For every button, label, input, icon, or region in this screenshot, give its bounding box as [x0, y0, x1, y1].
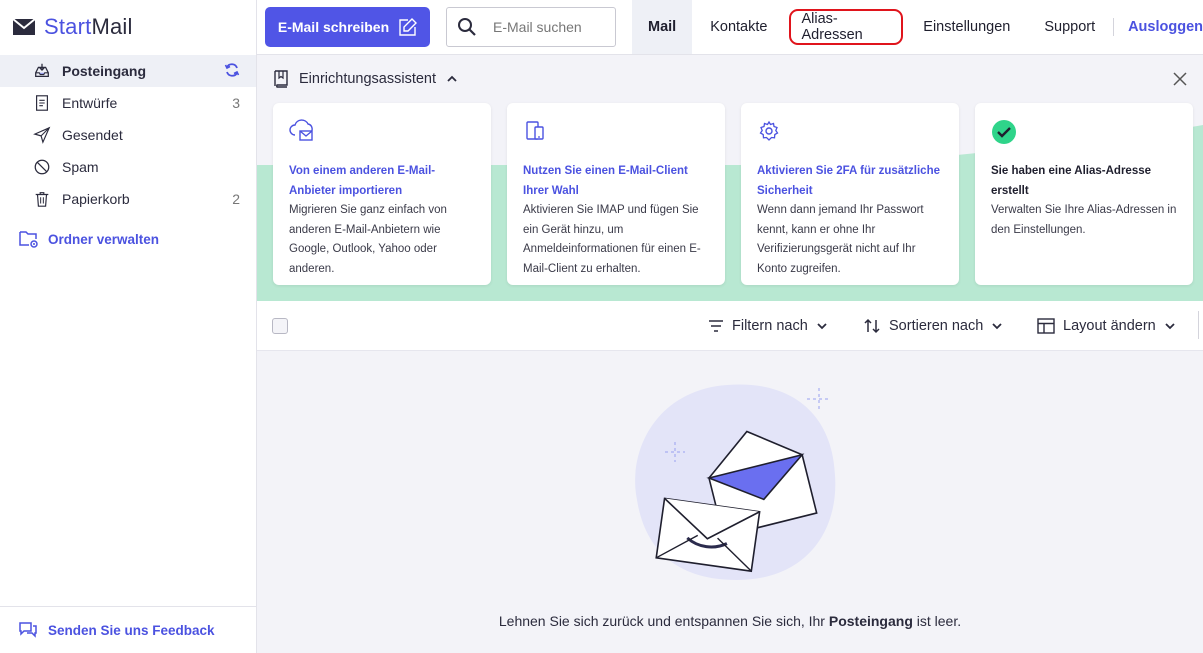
feedback-label: Senden Sie uns Feedback — [48, 622, 215, 638]
chevron-down-icon — [1165, 323, 1175, 330]
card-title: Von einem anderen E-Mail-Anbieter import… — [289, 165, 436, 197]
search-box[interactable] — [446, 7, 616, 47]
tab-alias-addresses[interactable]: Alias-Adressen — [789, 9, 904, 45]
wizard-card-client[interactable]: Nutzen Sie einen E-Mail-Client Ihrer Wah… — [507, 103, 725, 285]
setup-wizard-toggle[interactable]: Einrichtungsassistent — [273, 70, 458, 88]
gear-icon — [757, 119, 943, 147]
select-all-checkbox[interactable] — [272, 318, 288, 334]
folder-settings-icon — [19, 231, 38, 248]
close-icon[interactable] — [1173, 72, 1187, 91]
chevron-up-icon — [447, 75, 457, 82]
card-title: Nutzen Sie einen E-Mail-Client Ihrer Wah… — [523, 165, 688, 197]
sidebar-item-label: Entwürfe — [62, 95, 118, 111]
search-input[interactable] — [493, 19, 603, 35]
manage-folders-link[interactable]: Ordner verwalten — [18, 229, 159, 249]
check-circle-icon — [991, 119, 1177, 147]
empty-inbox-illustration — [617, 380, 847, 590]
top-navigation: Mail Kontakte Alias-Adressen Einstellung… — [632, 0, 1203, 54]
toolbar-divider — [1198, 311, 1199, 339]
card-description: Aktivieren Sie IMAP und fügen Sie ein Ge… — [523, 204, 701, 275]
sidebar-item-spam[interactable]: Spam — [0, 151, 256, 183]
filter-button[interactable]: Filtern nach — [708, 301, 828, 351]
sidebar-item-trash[interactable]: Papierkorb 2 — [0, 183, 256, 215]
sidebar-item-label: Spam — [62, 159, 99, 175]
drafts-icon — [32, 93, 52, 113]
chevron-down-icon — [992, 323, 1002, 330]
empty-inbox-message: Lehnen Sie sich zurück und entspannen Si… — [498, 613, 962, 629]
wizard-title: Einrichtungsassistent — [299, 71, 437, 87]
sort-label: Sortieren nach — [889, 318, 984, 334]
spam-icon — [32, 157, 52, 177]
main-content: Einrichtungsassistent Von einem anderen … — [257, 54, 1203, 653]
card-description: Migrieren Sie ganz einfach von anderen E… — [289, 204, 447, 275]
drafts-count: 3 — [232, 95, 240, 111]
logout-link[interactable]: Ausloggen — [1128, 0, 1203, 54]
card-title: Aktivieren Sie 2FA für zusätzliche Siche… — [757, 165, 940, 197]
manage-folders-label: Ordner verwalten — [48, 231, 160, 247]
layout-button[interactable]: Layout ändern — [1037, 301, 1176, 351]
cloud-mail-icon — [289, 119, 475, 147]
filter-label: Filtern nach — [732, 318, 808, 334]
layout-label: Layout ändern — [1063, 318, 1156, 334]
card-description: Verwalten Sie Ihre Alias-Adressen in den… — [991, 204, 1177, 236]
sidebar-item-drafts[interactable]: Entwürfe 3 — [0, 87, 256, 119]
feedback-chat-icon — [19, 622, 37, 638]
tab-mail[interactable]: Mail — [632, 0, 693, 54]
trash-count: 2 — [232, 191, 240, 207]
edit-icon — [399, 18, 418, 36]
tab-contacts[interactable]: Kontakte — [710, 0, 767, 54]
wizard-card-2fa[interactable]: Aktivieren Sie 2FA für zusätzliche Siche… — [741, 103, 959, 285]
feedback-link[interactable]: Senden Sie uns Feedback — [0, 606, 256, 653]
inbox-icon — [32, 61, 52, 81]
compose-button[interactable]: E-Mail schreiben — [265, 7, 430, 47]
brand-name: StartMail — [44, 14, 133, 39]
search-icon — [458, 18, 476, 36]
sidebar-item-inbox[interactable]: Posteingang — [0, 55, 256, 87]
wizard-card-alias[interactable]: Sie haben eine Alias-Adresse erstellt Ve… — [975, 103, 1193, 285]
card-title: Sie haben eine Alias-Adresse erstellt — [991, 165, 1152, 197]
tab-support[interactable]: Support — [1044, 0, 1095, 54]
devices-icon — [523, 119, 709, 147]
sidebar: StartMail Posteingang Entwürfe 3 Gesende… — [0, 0, 257, 653]
refresh-icon[interactable] — [224, 62, 240, 81]
envelope-logo-icon — [12, 18, 36, 35]
sort-icon — [864, 318, 880, 334]
sidebar-item-label: Posteingang — [62, 63, 147, 79]
inbox-name: Posteingang — [828, 613, 913, 629]
mail-toolbar: Filtern nach Sortieren nach Layout änder… — [257, 301, 1203, 351]
filter-icon — [709, 320, 723, 332]
logo[interactable]: StartMail — [12, 14, 133, 40]
sidebar-item-sent[interactable]: Gesendet — [0, 119, 256, 151]
sidebar-item-label: Gesendet — [62, 127, 123, 143]
layout-icon — [1037, 318, 1055, 334]
wizard-cards: Von einem anderen E-Mail-Anbieter import… — [273, 103, 1193, 285]
card-description: Wenn dann jemand Ihr Passwort kennt, kan… — [757, 204, 924, 275]
wizard-card-import[interactable]: Von einem anderen E-Mail-Anbieter import… — [273, 103, 491, 285]
send-icon — [32, 125, 52, 145]
chevron-down-icon — [817, 323, 827, 330]
compose-label: E-Mail schreiben — [277, 19, 390, 35]
book-icon — [274, 70, 288, 88]
trash-icon — [32, 189, 52, 209]
sidebar-item-label: Papierkorb — [62, 191, 130, 207]
nav-divider — [1113, 18, 1115, 36]
folder-list: Posteingang Entwürfe 3 Gesendet Spam Pap… — [0, 55, 256, 215]
sort-button[interactable]: Sortieren nach — [863, 301, 1003, 351]
tab-settings[interactable]: Einstellungen — [923, 0, 1010, 54]
